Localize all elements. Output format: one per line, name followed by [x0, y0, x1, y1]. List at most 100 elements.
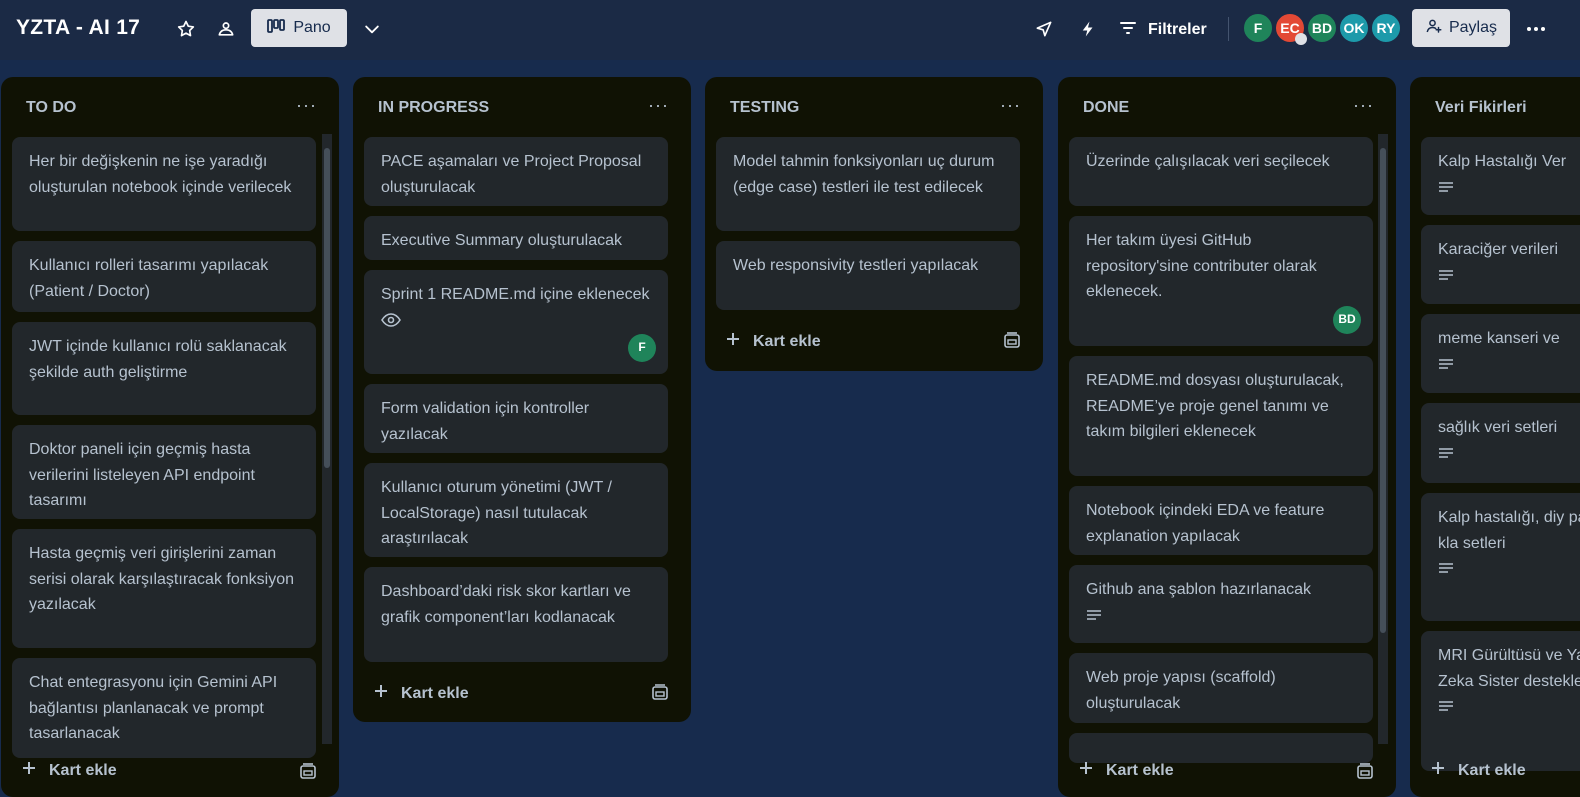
chevron-down-icon[interactable] [360, 17, 384, 41]
member-avatar[interactable]: OK [1338, 12, 1370, 44]
card[interactable]: Dashboard’daki risk skor kartları ve gra… [364, 567, 668, 662]
team-visibility-icon[interactable] [214, 17, 238, 41]
list-title[interactable]: TO DO [26, 99, 76, 117]
list-title[interactable]: DONE [1083, 99, 1129, 117]
scroll-thumb[interactable] [324, 148, 330, 468]
card[interactable]: Model tahmin fonksiyonları uç durum (edg… [716, 137, 1020, 231]
add-person-icon [1425, 17, 1443, 40]
card-template-icon[interactable] [1003, 331, 1021, 349]
list-title[interactable]: IN PROGRESS [378, 99, 489, 117]
scroll-thumb[interactable] [1380, 148, 1386, 633]
list-scrollbar[interactable] [322, 134, 332, 744]
card-title: Kalp hastalığı, diy parkinson gibi kla s… [1438, 509, 1580, 552]
add-card-button[interactable]: Kart ekle [21, 760, 117, 781]
card-title: Model tahmin fonksiyonları uç durum (edg… [733, 153, 995, 196]
board-view-button[interactable]: Pano [251, 9, 347, 47]
list-in-progress: IN PROGRESS ··· PACE aşamaları ve Projec… [353, 77, 691, 722]
share-button[interactable]: Paylaş [1412, 9, 1510, 47]
card-badges [1438, 698, 1575, 722]
filter-button[interactable]: Filtreler [1118, 15, 1207, 45]
list-menu-icon[interactable]: ··· [296, 95, 317, 116]
card[interactable]: Kullanıcı oturum yönetimi (JWT / LocalSt… [364, 463, 668, 557]
card[interactable]: Hasta geçmiş veri girişlerini zaman seri… [12, 529, 316, 648]
add-card-label: Kart ekle [49, 761, 117, 779]
card-member-avatar[interactable]: BD [1333, 306, 1361, 334]
card[interactable]: MRI Gürültüsü ve Yapay Zeka Sister deste… [1421, 631, 1580, 771]
list-header: TO DO ··· [1, 77, 339, 135]
card-title: Notebook içindeki EDA ve feature explana… [1086, 502, 1325, 545]
add-card-label: Kart ekle [1106, 761, 1174, 779]
list-todo: TO DO ··· Her bir değişkenin ne işe yara… [1, 77, 339, 797]
card[interactable]: Form validation için kontroller yazılaca… [364, 384, 668, 453]
list-header: DONE ··· [1058, 77, 1396, 135]
card-member-avatar[interactable]: F [628, 334, 656, 362]
card[interactable]: Sprint 1 README.md içine eklenecek F [364, 270, 668, 374]
member-avatar[interactable]: RY [1370, 12, 1402, 44]
card[interactable]: Doktor paneli için geçmiş hasta verileri… [12, 425, 316, 519]
card[interactable]: Github ana şablon hazırlanacak [1069, 565, 1373, 643]
list-scrollbar[interactable] [1378, 134, 1388, 744]
more-horizontal-icon[interactable] [1524, 17, 1548, 41]
card[interactable]: Notebook içindeki EDA ve feature explana… [1069, 486, 1373, 555]
description-icon [1438, 559, 1454, 585]
lightning-icon[interactable] [1076, 17, 1100, 41]
eye-icon [381, 311, 401, 337]
board-view-label: Pano [293, 19, 331, 36]
plus-icon [373, 683, 389, 704]
add-card-button[interactable]: Kart ekle [725, 331, 821, 352]
member-avatar[interactable]: F [1242, 12, 1274, 44]
card-template-icon[interactable] [651, 683, 669, 701]
card[interactable]: Chat entegrasyonu için Gemini API bağlan… [12, 658, 316, 758]
board-header: YZTA - AI 17 Pano Filtreler F EC BD OK R… [0, 0, 1580, 60]
card[interactable] [1069, 733, 1373, 763]
card[interactable]: PACE aşamaları ve Project Proposal oluşt… [364, 137, 668, 206]
add-card-button[interactable]: Kart ekle [1430, 760, 1526, 781]
list-header: IN PROGRESS ··· [353, 77, 691, 135]
rocket-icon[interactable] [1032, 17, 1056, 41]
card[interactable]: Karaciğer verileri [1421, 225, 1580, 304]
card[interactable]: Executive Summary oluşturulacak [364, 216, 668, 260]
filter-label: Filtreler [1148, 21, 1207, 38]
description-icon [1438, 178, 1454, 204]
card[interactable]: README.md dosyası oluşturulacak, README’… [1069, 356, 1373, 476]
list-menu-icon[interactable]: ··· [648, 95, 669, 116]
card-badges [381, 312, 652, 336]
add-card-button[interactable]: Kart ekle [373, 683, 469, 704]
card[interactable]: Kalp Hastalığı Ver [1421, 137, 1580, 215]
card-title: Executive Summary oluşturulacak [381, 232, 622, 249]
card[interactable]: Kalp hastalığı, diy parkinson gibi kla s… [1421, 493, 1580, 621]
card[interactable]: Her bir değişkenin ne işe yaradığı oluşt… [12, 137, 316, 231]
card-title: Her takım üyesi GitHub repository'sine c… [1086, 232, 1317, 300]
list-testing: TESTING ··· Model tahmin fonksiyonları u… [705, 77, 1043, 371]
plus-icon [725, 331, 741, 352]
admin-chevron-icon [1295, 33, 1307, 45]
description-icon [1438, 697, 1454, 723]
card-template-icon[interactable] [1356, 762, 1374, 780]
list-done: DONE ··· Üzerinde çalışılacak veri seçil… [1058, 77, 1396, 797]
member-avatar[interactable]: EC [1274, 12, 1307, 45]
card[interactable]: JWT içinde kullanıcı rolü saklanacak şek… [12, 322, 316, 415]
list-menu-icon[interactable]: ··· [1353, 95, 1374, 116]
share-label: Paylaş [1448, 19, 1498, 36]
list-menu-icon[interactable]: ··· [1000, 95, 1021, 116]
card[interactable]: Üzerinde çalışılacak veri seçilecek [1069, 137, 1373, 206]
card-template-icon[interactable] [299, 762, 317, 780]
card-title: sağlık veri setleri [1438, 419, 1558, 436]
list-title[interactable]: TESTING [730, 99, 799, 117]
card[interactable]: Kullanıcı rolleri tasarımı yapılacak (Pa… [12, 241, 316, 312]
card[interactable]: meme kanseri ve [1421, 314, 1580, 393]
list-title[interactable]: Veri Fikirleri [1435, 99, 1527, 117]
card[interactable]: Web proje yapısı (scaffold) oluşturulaca… [1069, 653, 1373, 723]
card-title: MRI Gürültüsü ve Yapay Zeka Sister deste… [1438, 647, 1580, 690]
card[interactable]: Web responsivity testleri yapılacak [716, 241, 1020, 310]
card-title: Her bir değişkenin ne işe yaradığı oluşt… [29, 153, 292, 196]
add-card-button[interactable]: Kart ekle [1078, 760, 1174, 781]
star-icon[interactable] [174, 17, 198, 41]
card-title: Web proje yapısı (scaffold) oluşturulaca… [1086, 669, 1276, 712]
card[interactable]: sağlık veri setleri [1421, 403, 1580, 483]
board-title[interactable]: YZTA - AI 17 [16, 16, 140, 40]
card-badges [1438, 179, 1575, 203]
card[interactable]: Her takım üyesi GitHub repository'sine c… [1069, 216, 1373, 346]
list-veri-fikirleri: Veri Fikirleri Kalp Hastalığı Ver Karaci… [1410, 77, 1580, 797]
member-avatar[interactable]: BD [1306, 12, 1338, 44]
